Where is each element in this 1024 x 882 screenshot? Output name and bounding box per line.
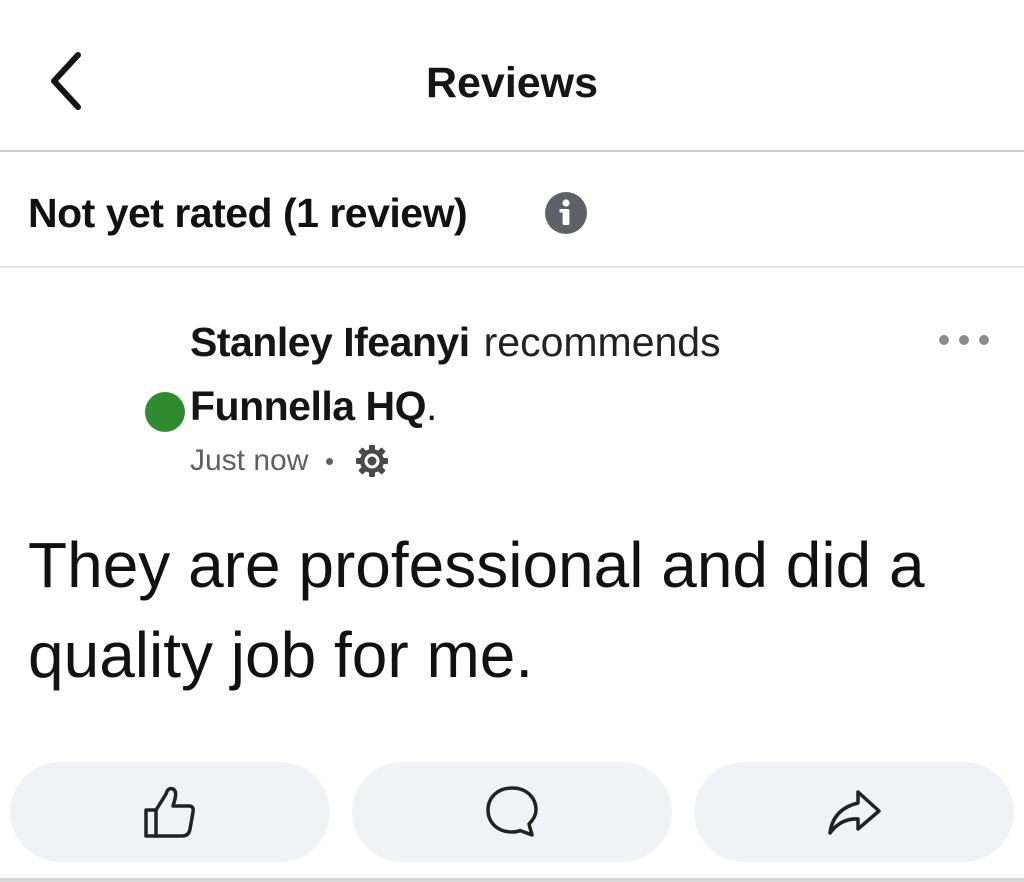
bottom-divider [0, 878, 1024, 882]
rating-summary-row: Not yet rated (1 review) [0, 152, 1024, 268]
review-text: They are professional and did a quality … [28, 529, 925, 691]
separator-dot [326, 457, 334, 465]
info-icon[interactable] [544, 191, 588, 235]
recommends-text: recommends [483, 319, 721, 365]
reviews-page: Reviews Not yet rated (1 review) Stanley… [0, 0, 1024, 882]
review-header: Stanley Ifeanyi recommends [190, 316, 721, 368]
page-title: Reviews [425, 59, 599, 107]
share-button[interactable] [694, 762, 1014, 862]
thumbs-up-icon [144, 786, 195, 838]
review-meta: Just now [190, 444, 389, 478]
more-dots-icon [939, 335, 989, 345]
page-name-link[interactable]: Funnella HQ [190, 383, 426, 429]
online-status-dot [145, 392, 185, 432]
share-icon [828, 790, 881, 835]
more-options-button[interactable] [928, 322, 1000, 358]
page-name-period: . [425, 383, 438, 429]
timestamp[interactable]: Just now [190, 444, 308, 478]
header-bar: Reviews [0, 0, 1024, 152]
rating-summary: Not yet rated (1 review) [28, 190, 468, 236]
recommended-page-line: Funnella HQ. [190, 380, 437, 432]
author-name-link[interactable]: Stanley Ifeanyi [190, 319, 470, 365]
like-button[interactable] [10, 762, 330, 862]
comment-icon [486, 786, 538, 837]
comment-button[interactable] [352, 762, 672, 862]
public-gear-icon[interactable] [355, 444, 389, 478]
